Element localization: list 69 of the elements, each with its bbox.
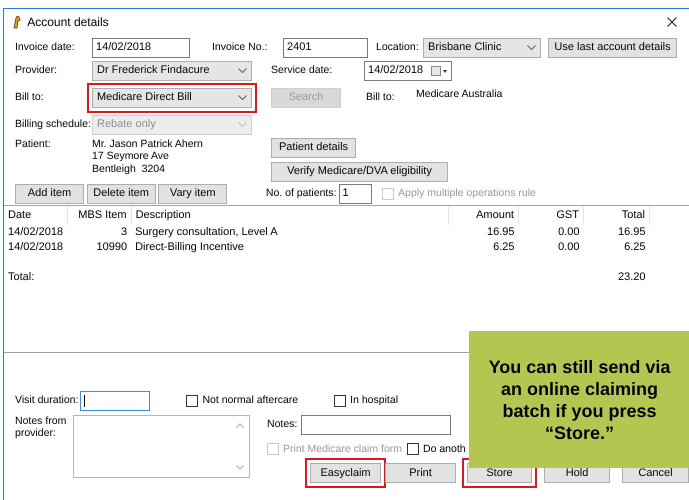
checkbox-label[interactable]: Not normal aftercare — [186, 394, 298, 407]
address-line: Mr. Jason Patrick Ahern — [92, 138, 204, 150]
table-cell: Surgery consultation, Level A — [131, 224, 448, 240]
address-line: Bentleigh 3204 — [92, 162, 166, 176]
bill-to-dropdown[interactable]: Medicare Direct Bill — [92, 88, 252, 108]
chevron-icon — [238, 122, 247, 128]
app-logo-icon — [12, 15, 22, 29]
patient-action-button[interactable]: Verify Medicare/DVA eligibility — [271, 162, 448, 182]
checkbox-label[interactable]: Do anoth — [407, 442, 466, 456]
notes-textarea[interactable] — [72, 414, 250, 478]
field-label: Billing schedule: — [15, 118, 92, 131]
field-label: Service date: — [271, 64, 334, 77]
date-input[interactable]: 14/02/2018 — [92, 38, 190, 58]
close-icon[interactable] — [667, 17, 677, 27]
location-dropdown[interactable]: Brisbane Clinic — [423, 38, 541, 58]
column-header: GST — [518, 206, 584, 225]
window-title: Account details — [27, 14, 109, 30]
chevron-icon — [238, 94, 247, 101]
chevron-icon — [238, 68, 247, 74]
table-cell: 3 — [67, 224, 132, 240]
action-button[interactable]: Easyclaim — [310, 463, 381, 484]
table-cell-text: 6.25 — [623, 240, 646, 255]
action-button[interactable]: Print — [385, 463, 456, 484]
provider-dropdown[interactable]: Dr Frederick Findacure — [92, 60, 252, 81]
table-cell-text: Direct-Billing Incentive — [134, 240, 245, 255]
chevron-icon — [527, 44, 536, 51]
patients-count-input[interactable]: 1 — [338, 184, 372, 204]
item-button[interactable]: Add item — [15, 184, 84, 204]
callout-note: You can still send via an online claiming batch if you press “Store.” — [469, 331, 689, 468]
scroll-down-icon[interactable] — [236, 464, 244, 470]
duration-input[interactable] — [80, 390, 150, 411]
scroll-up-icon[interactable] — [236, 422, 244, 428]
column-header: MBS Item — [67, 206, 132, 225]
field-label: Bill to: — [366, 91, 396, 104]
field-label: Invoice No.: — [212, 41, 268, 54]
item-button[interactable]: Delete item — [86, 184, 156, 204]
bill-to-value: Medicare Australia — [416, 88, 502, 100]
checkbox-label[interactable]: In hospital — [334, 394, 398, 407]
table-cell-text: 14/02/2018 — [7, 240, 64, 255]
field-label: No. of patients: — [266, 187, 336, 200]
table-cell: 0.00 — [518, 224, 584, 240]
table-cell-text: 6.25 — [492, 240, 516, 255]
field-label: Notes from provider: — [15, 414, 68, 440]
field-label: Bill to: — [15, 91, 45, 104]
column-header: Description — [131, 206, 448, 225]
address-line: 17 Seymore Ave — [92, 150, 170, 163]
table-cell: 14/02/2018 — [4, 224, 68, 240]
column-header: Total — [584, 206, 650, 225]
item-button[interactable]: Vary item — [158, 184, 228, 204]
patient-action-button[interactable]: Patient details — [271, 138, 356, 158]
table-cell: 16.95 — [448, 224, 518, 240]
table-cell-text: 0.00 — [557, 240, 580, 255]
field-label: Invoice date: — [15, 41, 76, 54]
field-label: Location: — [376, 41, 420, 54]
table-cell: 16.95 — [584, 224, 650, 240]
use-last-button[interactable]: Use last account details — [548, 38, 677, 58]
field-label: Notes: — [267, 418, 298, 431]
notes-input[interactable] — [301, 414, 451, 435]
field-label: Provider: — [15, 64, 58, 77]
total-value: 23.20 — [616, 270, 646, 286]
table-cell-text: 10990 — [95, 240, 128, 255]
total-label: Total: — [7, 270, 36, 286]
field-label: Patient: — [15, 138, 52, 150]
calendar-icon — [431, 66, 448, 76]
column-header: Amount — [448, 206, 518, 225]
field-label: Visit duration: — [15, 394, 78, 407]
date-picker[interactable]: 14/02/2018 — [364, 60, 452, 81]
invoice-number-input[interactable]: 2401 — [283, 38, 368, 58]
column-header: Date — [4, 206, 68, 225]
